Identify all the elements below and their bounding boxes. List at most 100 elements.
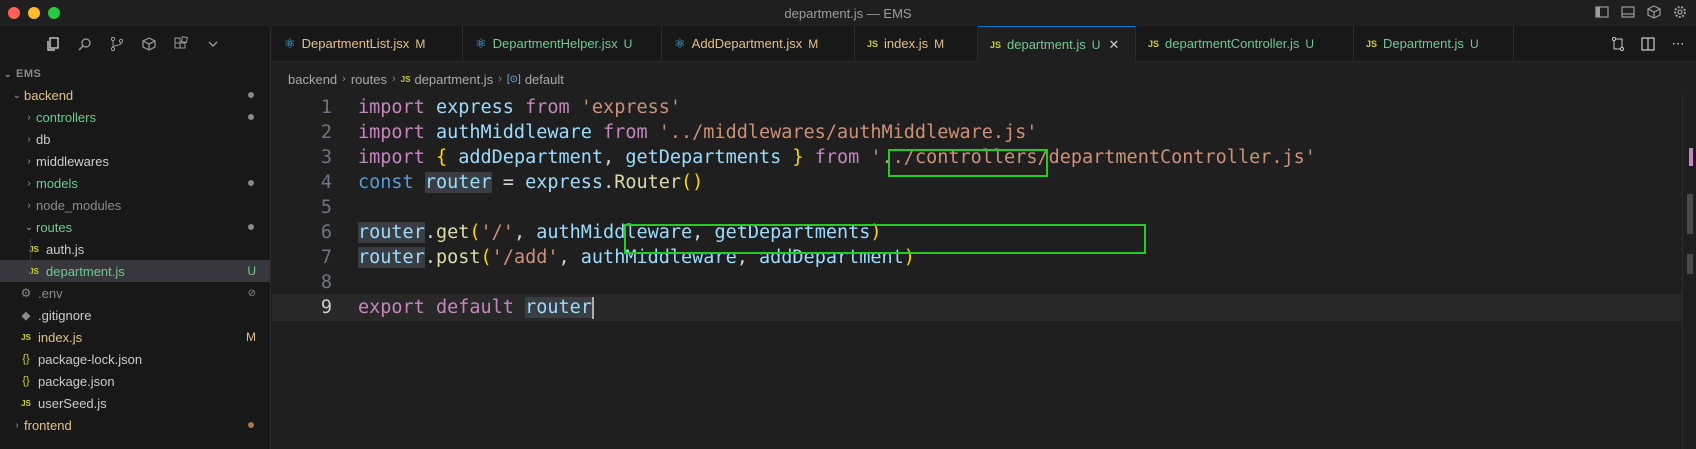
tab-department-js[interactable]: JS department.js U ✕ bbox=[978, 26, 1136, 62]
split-editor-icon[interactable] bbox=[1640, 36, 1656, 52]
token-identifier: router bbox=[358, 222, 425, 243]
chevron-down-icon: ⌄ bbox=[12, 89, 22, 101]
editor-scrollbar[interactable] bbox=[1682, 94, 1696, 449]
code-line-1: 1 import express from 'express' bbox=[272, 94, 1682, 121]
token-brace: ( bbox=[480, 247, 492, 268]
window-title: department.js — EMS bbox=[784, 6, 912, 21]
token-brace: { bbox=[424, 147, 459, 168]
token-keyword: import bbox=[358, 147, 425, 168]
token-identifier: getDepartments bbox=[625, 147, 782, 168]
tab-adddepartment[interactable]: ⚛ AddDepartment.jsx M bbox=[662, 26, 855, 61]
tree-item-label: frontend bbox=[24, 417, 72, 433]
more-actions-icon[interactable]: ⋯ bbox=[1670, 36, 1686, 52]
tree-item-label: package-lock.json bbox=[38, 351, 143, 367]
scrollbar-thumb[interactable] bbox=[1687, 194, 1693, 234]
modified-badge: M bbox=[246, 330, 256, 344]
token-punct: , bbox=[558, 247, 581, 268]
tab-status: U bbox=[1469, 36, 1479, 51]
tab-label: AddDepartment.jsx bbox=[691, 36, 803, 51]
code-line-9: 9 export default router bbox=[272, 294, 1682, 321]
tree-item-label: department.js bbox=[46, 263, 125, 279]
token-identifier: express bbox=[525, 172, 604, 193]
chevron-down-icon[interactable] bbox=[204, 35, 222, 53]
explorer-section-header[interactable]: ⌄ EMS bbox=[0, 64, 270, 84]
breadcrumb-routes[interactable]: routes bbox=[351, 72, 387, 87]
token-function: post bbox=[435, 247, 481, 268]
tree-folder-frontend[interactable]: › frontend bbox=[0, 414, 270, 436]
react-icon: ⚛ bbox=[284, 35, 296, 51]
settings-gear-icon[interactable] bbox=[1672, 4, 1688, 20]
breadcrumb-symbol[interactable]: default bbox=[525, 72, 564, 87]
breadcrumb-backend[interactable]: backend bbox=[288, 72, 337, 87]
line-number: 5 bbox=[320, 197, 332, 218]
token-keyword: import bbox=[358, 97, 425, 118]
token-string: 'express' bbox=[569, 97, 682, 118]
token-brace: ( bbox=[469, 222, 481, 243]
token-punct: . bbox=[424, 247, 436, 268]
tree-file-env[interactable]: ⚙ .env ⊘ bbox=[0, 282, 270, 304]
token-identifier: express bbox=[424, 97, 526, 118]
explorer-files-icon[interactable] bbox=[44, 35, 62, 53]
line-number: 9 bbox=[320, 297, 332, 318]
breadcrumb-file[interactable]: department.js bbox=[414, 72, 493, 87]
tree-file-department-js[interactable]: JS department.js U bbox=[0, 260, 270, 282]
tree-file-package-lock[interactable]: {} package-lock.json bbox=[0, 348, 270, 370]
js-file-icon: JS bbox=[400, 74, 411, 84]
tree-folder-backend[interactable]: ⌄ backend bbox=[0, 84, 270, 106]
title-bar: department.js — EMS bbox=[0, 0, 1696, 26]
debug-icon[interactable] bbox=[140, 35, 158, 53]
tree-folder-node-modules[interactable]: › node_modules bbox=[0, 194, 270, 216]
tree-folder-middlewares[interactable]: › middlewares bbox=[0, 150, 270, 172]
close-icon[interactable]: ✕ bbox=[1108, 37, 1119, 53]
token-keyword: default bbox=[435, 297, 514, 318]
chevron-right-icon: › bbox=[27, 199, 31, 211]
token-punct: , bbox=[513, 222, 537, 243]
tab-departmenthelper[interactable]: ⚛ DepartmentHelper.jsx U bbox=[463, 26, 662, 61]
tab-departmentlist[interactable]: ⚛ DepartmentList.jsx M bbox=[272, 26, 463, 61]
tree-folder-db[interactable]: › db bbox=[0, 128, 270, 150]
tree-item-label: middlewares bbox=[36, 153, 109, 169]
tree-item-label: package.json bbox=[38, 373, 115, 389]
tree-item-label: .gitignore bbox=[38, 307, 92, 323]
tree-file-auth-js[interactable]: JS auth.js bbox=[0, 238, 270, 260]
tab-departmentcontroller[interactable]: JS departmentController.js U bbox=[1136, 26, 1354, 61]
compare-changes-icon[interactable] bbox=[1610, 36, 1626, 52]
tree-folder-routes[interactable]: ⌄ routes bbox=[0, 216, 270, 238]
token-keyword: from bbox=[814, 147, 860, 168]
breadcrumb: backend › routes › JS department.js › [⊙… bbox=[288, 68, 564, 90]
explorer-sidebar: ⌄ EMS ⌄ backend › controllers › db › mid… bbox=[0, 26, 271, 449]
tab-status: U bbox=[1305, 36, 1315, 51]
react-icon: ⚛ bbox=[674, 35, 686, 51]
tab-index-js[interactable]: JS index.js M bbox=[855, 26, 978, 61]
code-line-2: 2 import authMiddleware from '../middlew… bbox=[272, 119, 1682, 146]
json-file-icon: {} bbox=[22, 375, 30, 387]
extensions-cube-icon[interactable] bbox=[1646, 4, 1662, 20]
js-file-icon: JS bbox=[867, 38, 879, 49]
modified-dot-icon bbox=[248, 114, 254, 120]
code-editor[interactable]: 1 import express from 'express' 2 import… bbox=[272, 94, 1696, 449]
tree-item-label: db bbox=[36, 131, 51, 147]
tree-file-userseed[interactable]: JS userSeed.js bbox=[0, 392, 270, 414]
token-brace: } bbox=[781, 147, 815, 168]
search-icon[interactable] bbox=[76, 35, 94, 53]
line-number: 8 bbox=[320, 272, 332, 293]
js-file-icon: JS bbox=[990, 39, 1002, 50]
tree-file-package-json[interactable]: {} package.json bbox=[0, 370, 270, 392]
tree-folder-controllers[interactable]: › controllers bbox=[0, 106, 270, 128]
token-punct: . bbox=[424, 222, 436, 243]
chevron-right-icon: › bbox=[498, 73, 502, 85]
token-keyword: from bbox=[525, 97, 570, 118]
source-control-icon[interactable] bbox=[108, 35, 126, 53]
line-number: 6 bbox=[320, 222, 332, 243]
tab-label: department.js bbox=[1007, 37, 1086, 52]
tree-file-gitignore[interactable]: ◆ .gitignore bbox=[0, 304, 270, 326]
git-file-icon: ◆ bbox=[21, 309, 31, 322]
toggle-sidebar-icon[interactable] bbox=[1594, 4, 1610, 20]
extensions-icon[interactable] bbox=[172, 35, 190, 53]
token-keyword: from bbox=[603, 122, 648, 143]
tab-department-model[interactable]: JS Department.js U bbox=[1354, 26, 1514, 61]
tree-file-index-js[interactable]: JS index.js M bbox=[0, 326, 270, 348]
toggle-panel-icon[interactable] bbox=[1620, 4, 1636, 20]
json-file-icon: {} bbox=[22, 353, 30, 365]
tree-folder-models[interactable]: › models bbox=[0, 172, 270, 194]
